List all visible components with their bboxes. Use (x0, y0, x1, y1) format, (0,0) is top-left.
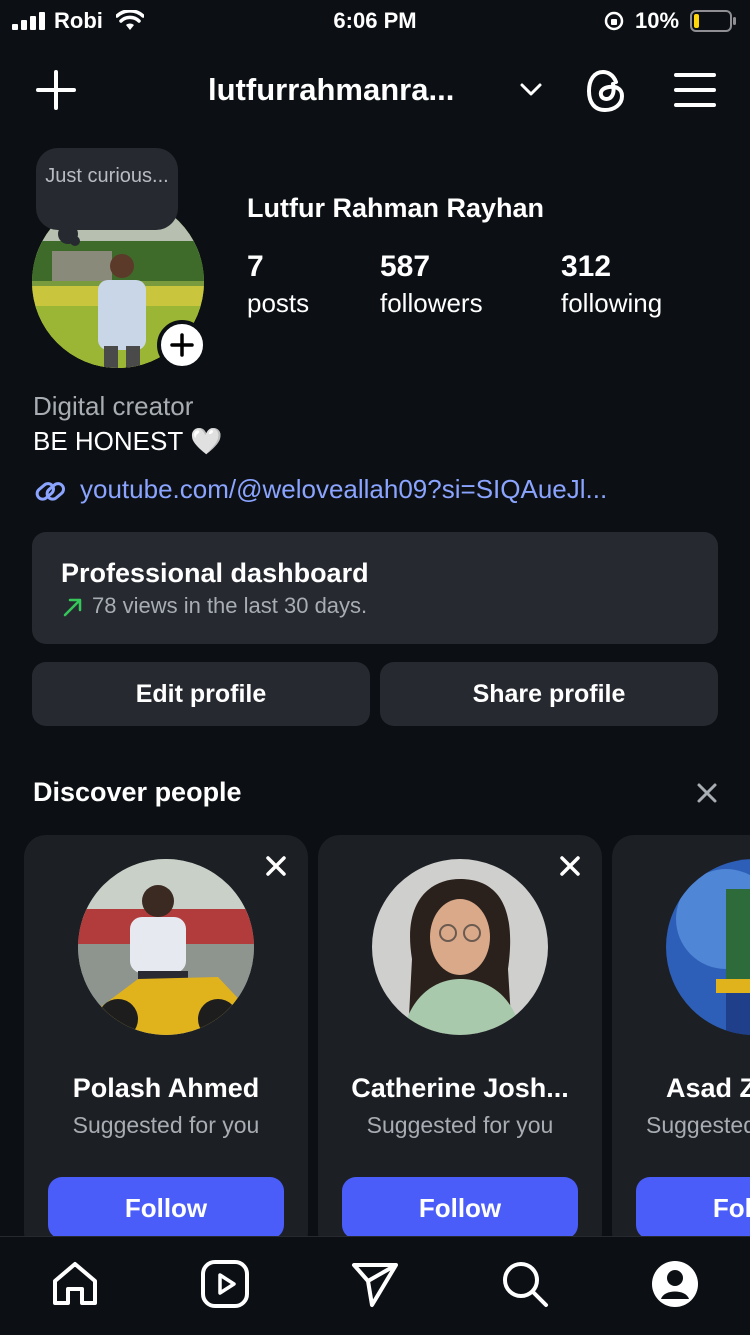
direct-icon (352, 1263, 398, 1307)
suggested-user-card[interactable]: Catherine Josh... Suggested for you Foll… (318, 835, 602, 1255)
suggested-user-name[interactable]: Asad Z (666, 1073, 750, 1104)
suggested-user-name[interactable]: Catherine Josh... (318, 1073, 602, 1104)
stat-label: posts (247, 288, 310, 318)
stat-value: 7 (247, 250, 264, 283)
stat-label: following (561, 288, 663, 318)
profile-icon (652, 1261, 698, 1307)
discover-title: Discover people (33, 777, 242, 807)
chevron-down-icon[interactable] (519, 82, 543, 98)
profile-link[interactable]: youtube.com/@weloveallah09?si=SIQAueJl..… (80, 474, 607, 505)
share-profile-label: Share profile (472, 680, 626, 708)
close-icon (560, 856, 580, 876)
search-icon (503, 1262, 548, 1307)
profile-category: Digital creator (33, 391, 194, 421)
discover-close-button[interactable] (696, 782, 718, 804)
suggested-user-subtitle: Suggested for you (646, 1112, 750, 1138)
threads-button[interactable] (585, 68, 627, 114)
suggested-user-subtitle: Suggested for you (366, 1112, 554, 1138)
username-switcher[interactable]: lutfurrahmanra... (208, 72, 454, 108)
plus-icon (170, 333, 194, 357)
dashboard-title: Professional dashboard (61, 558, 369, 588)
dismiss-suggestion-button[interactable] (265, 855, 287, 877)
display-name: Lutfur Rahman Rayhan (247, 193, 545, 223)
menu-button[interactable] (674, 72, 716, 108)
tab-reels[interactable] (200, 1259, 250, 1309)
tab-direct[interactable] (350, 1259, 400, 1309)
stat-label: followers (380, 288, 483, 318)
add-story-button[interactable] (157, 320, 207, 370)
edit-profile-button[interactable]: Edit profile (32, 662, 370, 726)
plus-icon (36, 70, 76, 110)
close-icon (266, 856, 286, 876)
tab-home[interactable] (50, 1259, 100, 1309)
followers-stat[interactable]: 587 followers (380, 250, 483, 319)
edit-profile-label: Edit profile (135, 680, 267, 708)
orientation-lock-icon (603, 10, 625, 32)
bottom-tab-bar (0, 1236, 750, 1335)
suggested-user-card-clip: Asad Z Suggested for you Follow (612, 835, 750, 1255)
battery-icon (690, 9, 738, 33)
suggested-user-name[interactable]: Polash Ahmed (24, 1073, 308, 1104)
suggested-user-subtitle: Suggested for you (72, 1112, 260, 1138)
stat-value: 587 (380, 250, 431, 283)
avatar[interactable] (78, 859, 254, 1035)
dashboard-views: 78 views in the last 30 days. (92, 593, 368, 618)
professional-dashboard-card[interactable]: Professional dashboard 78 views in the l… (32, 532, 718, 644)
tab-profile[interactable] (650, 1259, 700, 1309)
battery-percent: 10% (635, 8, 680, 33)
share-profile-button[interactable]: Share profile (380, 662, 718, 726)
dismiss-suggestion-button[interactable] (559, 855, 581, 877)
reels-icon (201, 1260, 249, 1308)
suggested-user-card[interactable]: Polash Ahmed Suggested for you Follow (24, 835, 308, 1255)
suggested-user-card[interactable]: Asad Z Suggested for you Follow (612, 835, 750, 1255)
follow-button[interactable]: Follow (636, 1177, 750, 1239)
stat-value: 312 (561, 250, 612, 283)
threads-icon (586, 69, 625, 113)
avatar[interactable] (372, 859, 548, 1035)
follow-button[interactable]: Follow (342, 1177, 578, 1239)
profile-bio: BE HONEST 🤍 (33, 426, 223, 456)
trend-up-icon (62, 596, 84, 618)
tab-search[interactable] (500, 1259, 550, 1309)
avatar[interactable] (666, 859, 750, 1035)
hamburger-menu-icon (674, 73, 716, 107)
posts-stat[interactable]: 7 posts (247, 250, 309, 319)
home-icon (53, 1262, 97, 1305)
new-post-button[interactable] (36, 70, 76, 110)
status-bar: Robi 6:06 PM 10% (0, 0, 750, 44)
following-stat[interactable]: 312 following (561, 250, 662, 319)
note-bubble-tail (70, 236, 80, 246)
link-icon (33, 476, 67, 506)
close-icon (697, 783, 717, 803)
follow-button[interactable]: Follow (48, 1177, 284, 1239)
profile-note[interactable]: Just curious... (36, 148, 178, 230)
